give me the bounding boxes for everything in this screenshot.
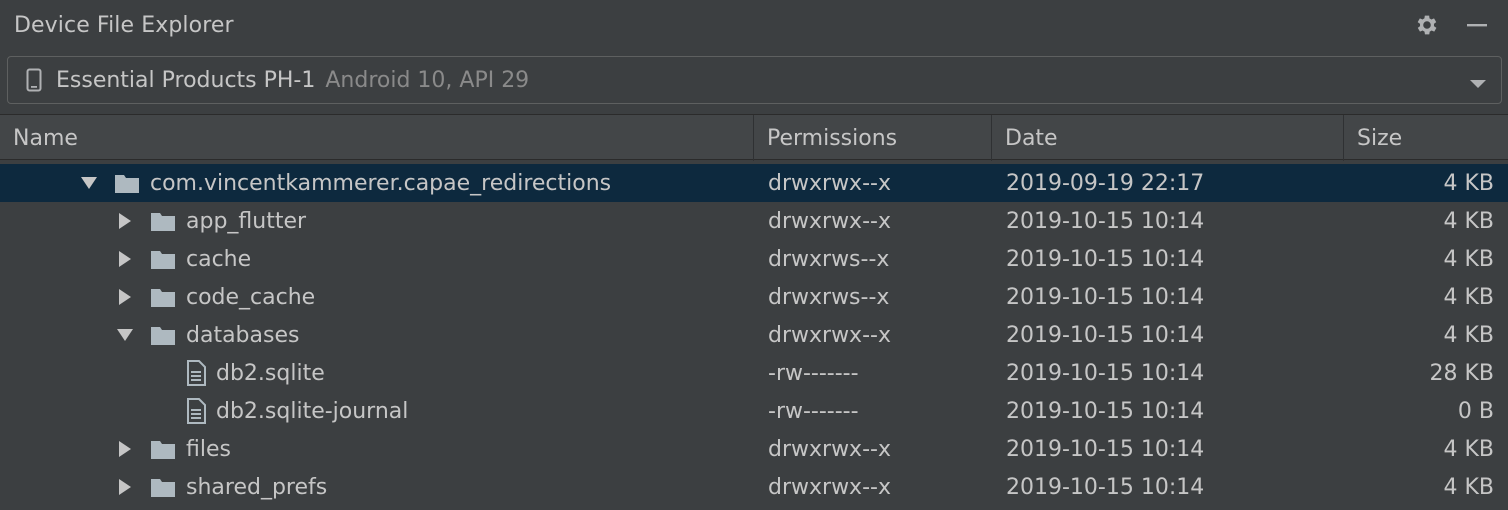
- permissions-cell: drwxrwx--x: [768, 474, 891, 500]
- size-cell: 0 B: [1457, 398, 1494, 424]
- table-row[interactable]: cache drwxrws--x 2019-10-15 10:14 4 KB: [0, 240, 1508, 278]
- table-row[interactable]: com.vincentkammerer.capae_redirections d…: [0, 164, 1508, 202]
- folder-icon: [150, 324, 176, 346]
- permissions-cell: drwxrwx--x: [768, 322, 891, 348]
- chevron-down-icon: [1469, 75, 1487, 94]
- column-header-name[interactable]: Name: [0, 115, 754, 161]
- file-name: app_flutter: [186, 208, 307, 234]
- settings-button[interactable]: [1410, 8, 1444, 42]
- folder-icon: [150, 286, 176, 308]
- collapsed-arrow-icon[interactable]: [114, 248, 136, 270]
- folder-icon: [150, 476, 176, 498]
- table-row[interactable]: databases drwxrwx--x 2019-10-15 10:14 4 …: [0, 316, 1508, 354]
- date-cell: 2019-10-15 10:14: [1006, 284, 1205, 310]
- expanded-arrow-icon[interactable]: [78, 172, 100, 194]
- file-tree: com.vincentkammerer.capae_redirections d…: [0, 164, 1508, 506]
- minimize-icon: [1467, 24, 1487, 27]
- device-name: Essential Products PH-1: [56, 67, 316, 93]
- date-cell: 2019-10-15 10:14: [1006, 398, 1205, 424]
- name-cell: files: [0, 430, 231, 468]
- date-cell: 2019-10-15 10:14: [1006, 360, 1205, 386]
- size-cell: 4 KB: [1443, 284, 1494, 310]
- table-row[interactable]: app_flutter drwxrwx--x 2019-10-15 10:14 …: [0, 202, 1508, 240]
- file-name: com.vincentkammerer.capae_redirections: [150, 170, 612, 196]
- file-name: code_cache: [186, 284, 316, 310]
- table-row[interactable]: files drwxrwx--x 2019-10-15 10:14 4 KB: [0, 430, 1508, 468]
- size-cell: 4 KB: [1443, 436, 1494, 462]
- folder-icon: [114, 172, 140, 194]
- table-row[interactable]: shared_prefs drwxrwx--x 2019-10-15 10:14…: [0, 468, 1508, 506]
- date-cell: 2019-10-15 10:14: [1006, 474, 1205, 500]
- file-icon: [186, 360, 206, 386]
- size-cell: 28 KB: [1429, 360, 1494, 386]
- permissions-cell: -rw-------: [768, 360, 859, 386]
- collapsed-arrow-icon[interactable]: [114, 210, 136, 232]
- minimize-button[interactable]: [1460, 8, 1494, 42]
- gear-icon: [1417, 15, 1437, 35]
- column-header-permissions[interactable]: Permissions: [754, 115, 992, 161]
- header-actions: [1410, 8, 1494, 42]
- tool-window-header: Device File Explorer: [0, 0, 1508, 50]
- collapsed-arrow-icon[interactable]: [114, 476, 136, 498]
- table-header: Name Permissions Date Size: [0, 114, 1508, 161]
- permissions-cell: drwxrwx--x: [768, 208, 891, 234]
- collapsed-arrow-icon[interactable]: [114, 438, 136, 460]
- panel-title: Device File Explorer: [14, 12, 234, 38]
- expanded-arrow-icon[interactable]: [114, 324, 136, 346]
- folder-icon: [150, 248, 176, 270]
- date-cell: 2019-10-15 10:14: [1006, 208, 1205, 234]
- name-cell: cache: [0, 240, 251, 278]
- table-row[interactable]: code_cache drwxrws--x 2019-10-15 10:14 4…: [0, 278, 1508, 316]
- permissions-cell: drwxrws--x: [768, 246, 890, 272]
- name-cell: app_flutter: [0, 202, 306, 240]
- permissions-cell: drwxrws--x: [768, 284, 890, 310]
- name-cell: db2.sqlite: [0, 354, 325, 392]
- file-name: db2.sqlite-journal: [216, 398, 409, 424]
- date-cell: 2019-09-19 22:17: [1006, 170, 1205, 196]
- size-cell: 4 KB: [1443, 322, 1494, 348]
- file-name: databases: [186, 322, 300, 348]
- table-row[interactable]: db2.sqlite-journal -rw------- 2019-10-15…: [0, 392, 1508, 430]
- device-version: Android 10, API 29: [325, 67, 530, 93]
- table-row[interactable]: db2.sqlite -rw------- 2019-10-15 10:14 2…: [0, 354, 1508, 392]
- collapsed-arrow-icon[interactable]: [114, 286, 136, 308]
- date-cell: 2019-10-15 10:14: [1006, 246, 1205, 272]
- column-header-size[interactable]: Size: [1344, 115, 1508, 161]
- file-name: cache: [186, 246, 252, 272]
- permissions-cell: drwxrwx--x: [768, 170, 891, 196]
- file-name: shared_prefs: [186, 474, 328, 500]
- size-cell: 4 KB: [1443, 170, 1494, 196]
- file-icon: [186, 398, 206, 424]
- date-cell: 2019-10-15 10:14: [1006, 322, 1205, 348]
- size-cell: 4 KB: [1443, 208, 1494, 234]
- name-cell: com.vincentkammerer.capae_redirections: [0, 164, 611, 202]
- phone-icon: [26, 68, 42, 92]
- file-name: db2.sqlite: [216, 360, 325, 386]
- permissions-cell: -rw-------: [768, 398, 859, 424]
- folder-icon: [150, 438, 176, 460]
- name-cell: shared_prefs: [0, 468, 327, 506]
- folder-icon: [150, 210, 176, 232]
- name-cell: databases: [0, 316, 299, 354]
- file-name: files: [186, 436, 231, 462]
- permissions-cell: drwxrwx--x: [768, 436, 891, 462]
- column-header-date[interactable]: Date: [992, 115, 1344, 161]
- name-cell: code_cache: [0, 278, 315, 316]
- date-cell: 2019-10-15 10:14: [1006, 436, 1205, 462]
- device-dropdown[interactable]: Essential Products PH-1 Android 10, API …: [7, 56, 1502, 104]
- name-cell: db2.sqlite-journal: [0, 392, 408, 430]
- size-cell: 4 KB: [1443, 246, 1494, 272]
- size-cell: 4 KB: [1443, 474, 1494, 500]
